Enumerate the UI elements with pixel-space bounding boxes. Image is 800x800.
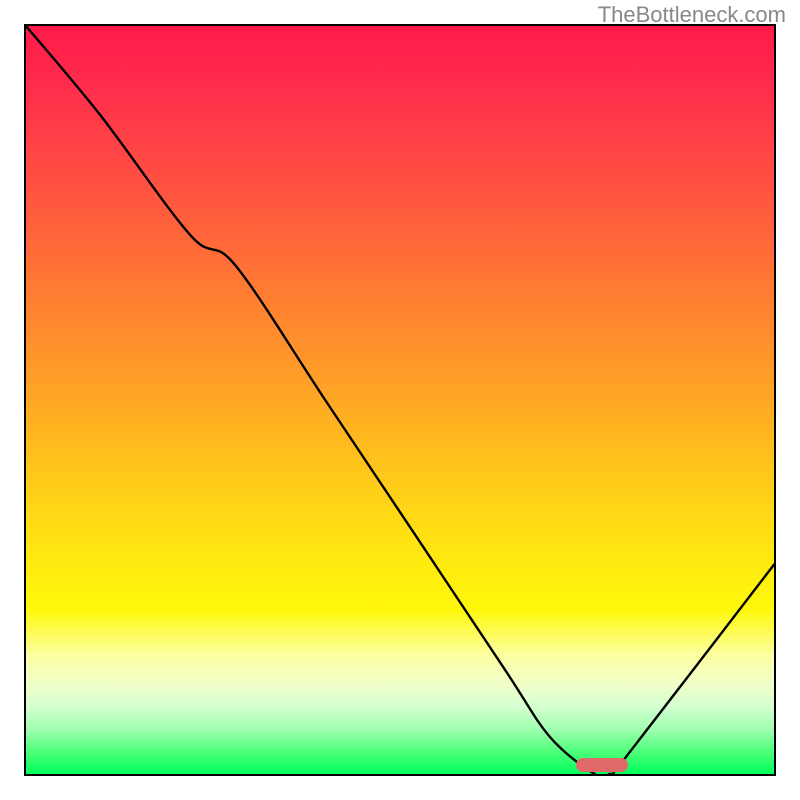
watermark-label: TheBottleneck.com: [598, 2, 786, 28]
bottleneck-curve: [26, 26, 774, 774]
optimum-marker: [576, 758, 628, 772]
chart-container: TheBottleneck.com: [0, 0, 800, 800]
plot-area: [24, 24, 776, 776]
